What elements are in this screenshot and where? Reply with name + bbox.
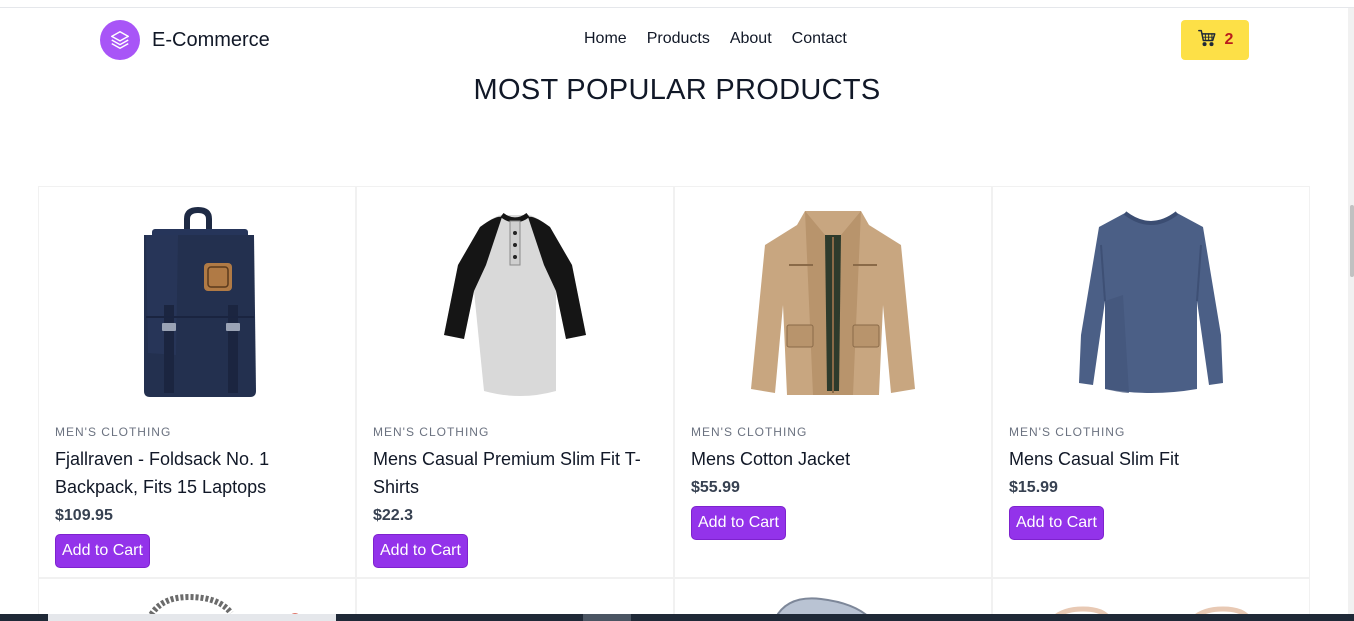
raglan-tshirt-image[interactable] <box>373 203 657 403</box>
cart-button[interactable]: 2 <box>1181 20 1249 60</box>
product-category: MEN'S CLOTHING <box>55 425 172 439</box>
cart-icon <box>1197 29 1217 52</box>
product-card[interactable]: MEN'S CLOTHING Fjallraven - Foldsack No.… <box>38 186 356 578</box>
add-to-cart-button[interactable]: Add to Cart <box>373 534 468 568</box>
product-card[interactable]: MEN'S CLOTHING Mens Cotton Jacket $55.99… <box>674 186 992 578</box>
product-price: $109.95 <box>55 507 113 524</box>
product-category: MEN'S CLOTHING <box>691 425 808 439</box>
nav-about[interactable]: About <box>730 30 772 48</box>
earrings-image <box>1051 606 1252 618</box>
jacket-image[interactable] <box>691 203 975 403</box>
product-price: $22.3 <box>373 507 414 524</box>
nav-products[interactable]: Products <box>647 30 710 48</box>
product-card[interactable] <box>38 578 356 618</box>
product-card[interactable] <box>992 578 1310 618</box>
longsleeve-shirt-image[interactable] <box>1009 203 1293 403</box>
product-title[interactable]: Mens Casual Premium Slim Fit T-Shirts <box>373 445 657 501</box>
nav-home[interactable]: Home <box>584 30 627 48</box>
taskbar-app[interactable] <box>48 614 336 621</box>
ring-image <box>774 597 872 618</box>
layers-icon <box>100 20 140 60</box>
product-grid: MEN'S CLOTHING Fjallraven - Foldsack No.… <box>38 186 1311 578</box>
brand-name: E-Commerce <box>152 28 270 51</box>
product-title[interactable]: Mens Cotton Jacket <box>691 445 975 473</box>
browser-top-edge <box>0 0 1354 8</box>
product-title[interactable]: Fjallraven - Foldsack No. 1 Backpack, Fi… <box>55 445 339 501</box>
product-category: MEN'S CLOTHING <box>1009 425 1126 439</box>
main-nav: Home Products About Contact <box>584 30 847 48</box>
page-title: MOST POPULAR PRODUCTS <box>473 74 881 106</box>
product-card[interactable]: MEN'S CLOTHING Mens Casual Slim Fit $15.… <box>992 186 1310 578</box>
site-header: E-Commerce Home Products About Contact 2 <box>0 8 1348 72</box>
product-card[interactable] <box>674 578 992 618</box>
add-to-cart-button[interactable]: Add to Cart <box>1009 506 1104 540</box>
product-category: MEN'S CLOTHING <box>373 425 490 439</box>
product-grid-row-2 <box>38 578 1311 618</box>
add-to-cart-button[interactable]: Add to Cart <box>55 534 150 568</box>
product-price: $15.99 <box>1009 479 1058 496</box>
scrollbar-thumb[interactable] <box>1350 205 1354 277</box>
product-card[interactable]: MEN'S CLOTHING Mens Casual Premium Slim … <box>356 186 674 578</box>
product-price: $55.99 <box>691 479 740 496</box>
cart-count: 2 <box>1224 31 1234 48</box>
add-to-cart-button[interactable]: Add to Cart <box>691 506 786 540</box>
brand[interactable]: E-Commerce <box>100 20 270 60</box>
taskbar-app[interactable] <box>583 614 631 621</box>
product-title[interactable]: Mens Casual Slim Fit <box>1009 445 1293 473</box>
nav-contact[interactable]: Contact <box>792 30 847 48</box>
taskbar <box>0 614 1354 621</box>
bracelet-image <box>146 593 301 618</box>
backpack-image[interactable] <box>55 203 339 403</box>
product-card[interactable] <box>356 578 674 618</box>
